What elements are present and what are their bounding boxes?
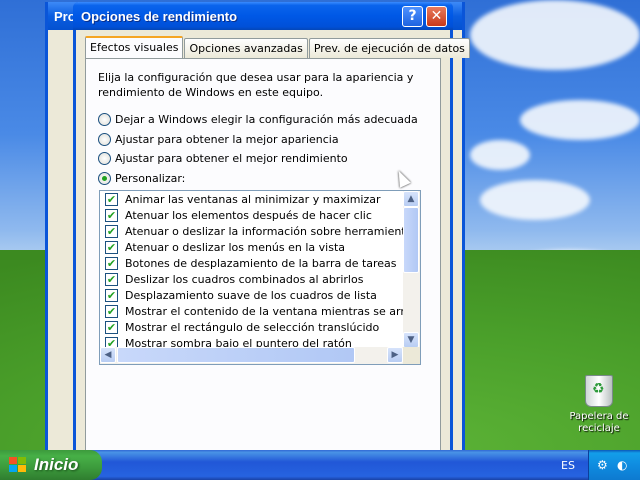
list-item[interactable]: ✔ Botones de desplazamiento de la barra d… [100,255,403,271]
item-label: Animar las ventanas al minimizar y maxim… [125,192,381,206]
radio-label: Ajustar para obtener el mejor rendimient… [115,151,348,165]
scroll-left-button[interactable]: ◀ [100,347,116,363]
radio-button[interactable] [98,151,111,165]
radio-custom[interactable]: Personalizar: [98,170,185,186]
visual-effects-panel: Elija la configuración que desea usar pa… [85,58,441,453]
checkbox[interactable]: ✔ [105,240,118,254]
recycle-bin[interactable]: Papelera de reciclaje [566,375,632,435]
description-text: Elija la configuración que desea usar pa… [98,71,414,99]
horizontal-scrollbar[interactable]: ◀ ▶ [100,347,403,364]
checkbox[interactable]: ✔ [105,192,118,206]
dialog-title-bar[interactable]: Opciones de rendimiento ? ✕ [73,2,453,30]
checkbox[interactable]: ✔ [105,304,118,318]
list-item[interactable]: ✔ Mostrar el contenido de la ventana mien… [100,303,403,319]
effects-list: ✔ Animar las ventanas al minimizar y maxi… [100,191,403,348]
radio-label: Personalizar: [115,171,186,185]
radio-button-selected[interactable] [98,171,111,185]
checkbox[interactable]: ✔ [105,288,118,302]
radio-label: Ajustar para obtener la mejor apariencia [115,132,339,146]
recycle-bin-icon[interactable] [585,375,613,407]
effects-listbox[interactable]: ✔ Animar las ventanas al minimizar y maxi… [99,190,421,365]
recycle-bin-label: Papelera de reciclaje [569,411,629,434]
list-item[interactable]: ✔ Atenuar o deslizar los menús en la vist… [100,239,403,255]
radio-best-appearance[interactable]: Ajustar para obtener la mejor apariencia [98,131,339,147]
volume-icon[interactable]: ◐ [617,458,631,472]
scroll-right-button[interactable]: ▶ [387,347,403,363]
list-item[interactable]: ✔ Desplazamiento suave de los cuadros de … [100,287,403,303]
item-label: Mostrar el contenido de la ventana mient… [125,304,403,318]
item-label: Desplazamiento suave de los cuadros de l… [125,288,377,302]
checkbox[interactable]: ✔ [105,224,118,238]
radio-button[interactable] [98,132,111,146]
horizontal-scroll-thumb[interactable] [117,347,355,363]
taskbar: Inicio ES ⚙ ◐ [0,450,640,480]
tab-opciones-avanzadas[interactable]: Opciones avanzadas [184,38,308,58]
network-icon[interactable]: ⚙ [597,458,611,472]
radio-best-performance[interactable]: Ajustar para obtener el mejor rendimient… [98,150,348,166]
scroll-down-button[interactable]: ▼ [403,332,419,348]
dialog-title: Opciones de rendimiento [81,9,238,24]
item-label: Deslizar los cuadros combinados al abrir… [125,272,364,286]
item-label: Mostrar el rectángulo de selección trans… [125,320,380,334]
cloud [470,0,640,70]
item-label: Atenuar los elementos después de hacer c… [125,208,372,222]
help-button[interactable]: ? [402,6,423,27]
list-item[interactable]: ✔ Deslizar los cuadros combinados al abri… [100,271,403,287]
vertical-scroll-thumb[interactable] [403,207,419,273]
close-button[interactable]: ✕ [426,6,447,27]
cloud [480,180,590,220]
windows-logo-icon [9,457,26,473]
cloud [470,140,530,170]
checkbox[interactable]: ✔ [105,256,118,270]
performance-options-dialog: Opciones de rendimiento ? ✕ Efectos visu… [73,2,470,454]
checkbox[interactable]: ✔ [105,208,118,222]
language-indicator[interactable]: ES [561,459,575,472]
start-button[interactable]: Inicio [0,450,102,480]
item-label: Atenuar o deslizar los menús en la vista [125,240,346,254]
item-label: Atenuar o deslizar la información sobre … [125,224,403,238]
radio-button[interactable] [98,112,111,126]
vertical-scrollbar[interactable]: ▲ ▼ [403,191,420,348]
list-item[interactable]: ✔ Animar las ventanas al minimizar y maxi… [100,191,403,207]
scroll-corner [403,347,420,364]
radio-let-windows-choose[interactable]: Dejar a Windows elegir la configuración … [98,111,418,127]
tab-efectos-visuales[interactable]: Efectos visuales [85,36,184,58]
tab-prevencion-ejecucion-datos[interactable]: Prev. de ejecución de datos [308,38,470,58]
radio-label: Dejar a Windows elegir la configuración … [115,112,418,126]
checkbox[interactable]: ✔ [105,272,118,286]
system-tray: ⚙ ◐ [588,450,640,480]
list-item[interactable]: ✔ Atenuar o deslizar la información sobre… [100,223,403,239]
checkbox[interactable]: ✔ [105,320,118,334]
scroll-up-button[interactable]: ▲ [403,191,419,207]
list-item[interactable]: ✔ Atenuar los elementos después de hacer … [100,207,403,223]
item-label: Botones de desplazamiento de la barra de… [125,256,397,270]
start-label: Inicio [34,455,79,474]
list-item[interactable]: ✔ Mostrar el rectángulo de selección tran… [100,319,403,335]
cloud [520,100,640,140]
tab-strip: Efectos visuales Opciones avanzadas Prev… [85,36,471,58]
